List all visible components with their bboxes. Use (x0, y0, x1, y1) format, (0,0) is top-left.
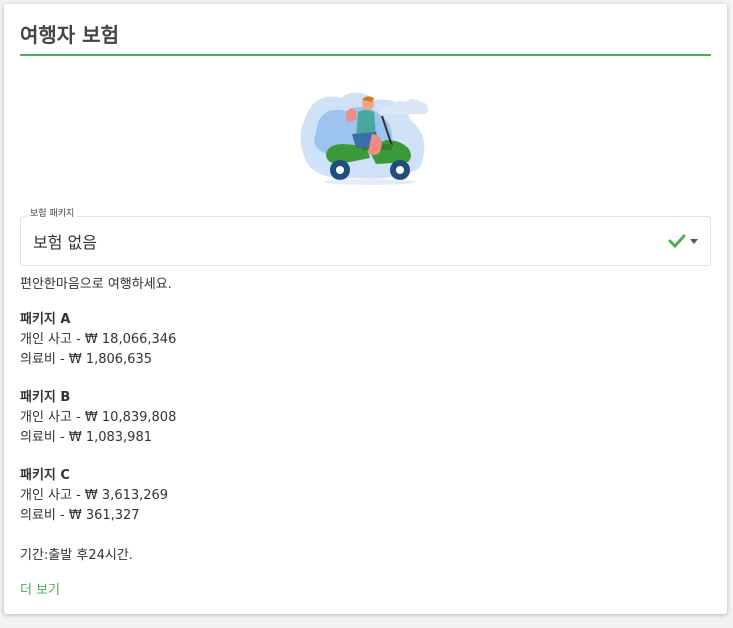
insurance-description: 편안한마음으로 여행하세요. (20, 277, 172, 292)
select-box[interactable]: 보험 없음 (20, 216, 711, 266)
package-name: 패키지 A (20, 312, 71, 327)
coverage-duration: 기간:출발 후24시간. (20, 548, 133, 563)
package-accident: 개인 사고 - ₩ 10,839,808 (20, 410, 177, 425)
package-medical: 의료비 - ₩ 361,327 (20, 508, 140, 523)
select-label: 보험 패키지 (27, 207, 78, 221)
package-name: 패키지 B (20, 390, 71, 405)
package-c: 패키지 C 개인 사고 - ₩ 3,613,269 의료비 - ₩ 361,32… (20, 466, 711, 526)
package-medical: 의료비 - ₩ 1,806,635 (20, 352, 152, 367)
more-link[interactable]: 더 보기 (20, 579, 711, 598)
select-value: 보험 없음 (33, 233, 97, 252)
travel-insurance-card: 여행자 보험 보험 패키지 보험 없음 편안한마음으로 여행하세요. 패키지 A… (4, 4, 727, 614)
scooter-rider-illustration (296, 86, 436, 196)
package-b: 패키지 B 개인 사고 - ₩ 10,839,808 의료비 - ₩ 1,083… (20, 388, 711, 448)
package-medical: 의료비 - ₩ 1,083,981 (20, 430, 152, 445)
check-icon (668, 234, 686, 249)
section-title: 여행자 보험 (20, 4, 711, 56)
package-accident: 개인 사고 - ₩ 18,066,346 (20, 332, 177, 347)
package-a: 패키지 A 개인 사고 - ₩ 18,066,346 의료비 - ₩ 1,806… (20, 310, 711, 370)
package-accident: 개인 사고 - ₩ 3,613,269 (20, 488, 169, 503)
package-name: 패키지 C (20, 468, 70, 483)
caret-down-icon[interactable] (690, 238, 698, 244)
insurance-package-select[interactable]: 보험 패키지 보험 없음 (20, 207, 711, 266)
